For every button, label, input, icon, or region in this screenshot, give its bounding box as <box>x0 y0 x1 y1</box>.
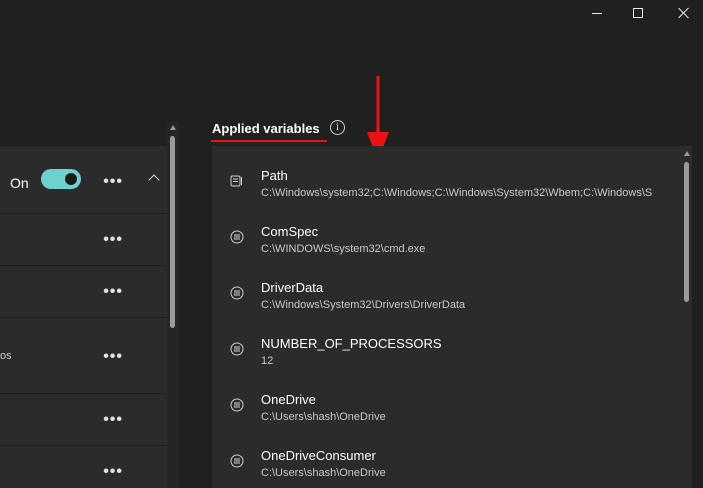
scroll-thumb[interactable] <box>170 136 175 328</box>
maximize-icon <box>633 8 643 18</box>
variable-name: DriverData <box>261 280 324 295</box>
list-item[interactable]: ••• <box>0 266 167 318</box>
variable-value: C:\Windows\system32;C:\Windows;C:\Window… <box>261 187 653 199</box>
more-options-icon[interactable]: ••• <box>103 349 123 365</box>
list-item[interactable]: ••• <box>0 214 167 266</box>
applied-variables-heading: Applied variables <box>212 121 320 136</box>
variable-value: C:\Users\shash\OneDrive <box>261 411 386 423</box>
variable-icon <box>230 230 244 244</box>
scroll-up-arrow-icon[interactable] <box>684 151 690 156</box>
left-scrollbar[interactable] <box>167 122 179 488</box>
list-item[interactable]: os ••• <box>0 318 167 394</box>
variable-icon <box>230 342 244 356</box>
variable-item-number-of-processors[interactable]: NUMBER_OF_PROCESSORS 12 <box>212 326 682 382</box>
variable-value: C:\Windows\System32\Drivers\DriverData <box>261 299 466 311</box>
variable-value: C:\Users\shash\OneDrive <box>261 467 386 479</box>
maximize-button[interactable] <box>615 0 661 26</box>
variable-icon <box>230 286 244 300</box>
annotation-underline <box>211 140 327 142</box>
list-item[interactable]: ••• <box>0 394 167 446</box>
scroll-up-arrow-icon[interactable] <box>170 125 176 130</box>
more-options-icon[interactable]: ••• <box>103 464 123 480</box>
variable-item-onedriveconsumer[interactable]: OneDriveConsumer C:\Users\shash\OneDrive <box>212 438 682 488</box>
toggle-knob <box>65 173 77 185</box>
variable-name: NUMBER_OF_PROCESSORS <box>261 336 442 351</box>
variable-value: C:\WINDOWS\system32\cmd.exe <box>261 243 426 255</box>
variable-item-comspec[interactable]: ComSpec C:\WINDOWS\system32\cmd.exe <box>212 214 682 270</box>
path-list-icon <box>230 175 242 187</box>
more-options-icon[interactable]: ••• <box>103 412 123 428</box>
more-options-icon[interactable]: ••• <box>103 174 123 190</box>
variable-value: 12 <box>261 355 274 367</box>
list-item-text: os <box>0 350 12 362</box>
close-icon <box>678 7 690 19</box>
variable-item-driverdata[interactable]: DriverData C:\Windows\System32\Drivers\D… <box>212 270 682 326</box>
variable-name: Path <box>261 168 288 183</box>
close-button[interactable] <box>661 0 703 26</box>
variable-name: ComSpec <box>261 224 319 239</box>
variable-icon <box>230 398 244 412</box>
list-item[interactable]: ••• <box>0 446 167 488</box>
profile-header-row[interactable]: On ••• <box>0 146 167 214</box>
more-options-icon[interactable]: ••• <box>103 284 123 300</box>
minimize-icon <box>592 12 602 14</box>
toggle-status-label: On <box>10 175 29 191</box>
variable-name: OneDrive <box>261 392 316 407</box>
chevron-up-icon[interactable] <box>148 174 160 186</box>
variable-name: OneDriveConsumer <box>261 448 376 463</box>
profile-list: On ••• ••• ••• os ••• ••• ••• <box>0 146 167 488</box>
scroll-thumb[interactable] <box>684 162 689 302</box>
minimize-button[interactable] <box>574 0 620 26</box>
more-options-icon[interactable]: ••• <box>103 232 123 248</box>
variables-scrollbar[interactable] <box>682 146 692 488</box>
applied-variables-list: Path C:\Windows\system32;C:\Windows;C:\W… <box>212 146 682 488</box>
variable-item-onedrive[interactable]: OneDrive C:\Users\shash\OneDrive <box>212 382 682 438</box>
variable-item-path[interactable]: Path C:\Windows\system32;C:\Windows;C:\W… <box>212 158 682 214</box>
info-icon[interactable]: i <box>330 120 345 135</box>
variable-icon <box>230 454 244 468</box>
profile-toggle[interactable] <box>41 169 81 189</box>
